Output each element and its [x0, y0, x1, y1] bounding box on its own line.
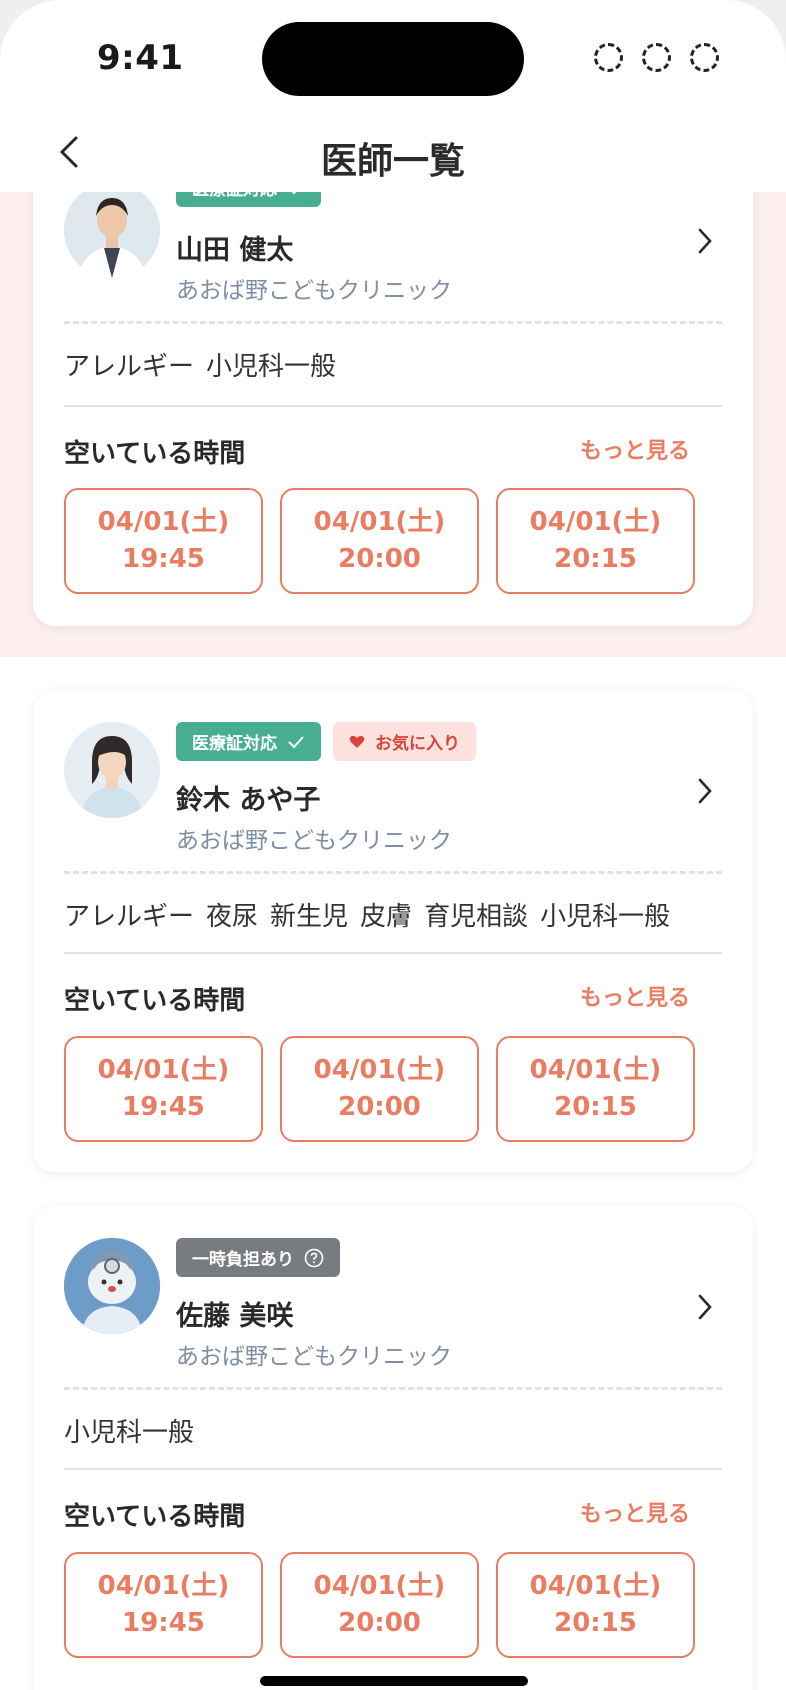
- slot-date: 04/01(土): [313, 1571, 446, 1601]
- doctor-avatar: [64, 722, 160, 818]
- slots-title: 空いている時間: [64, 1502, 246, 1532]
- page-title: 医師一覧: [320, 141, 465, 182]
- more-link[interactable]: もっと見る: [580, 980, 690, 1012]
- copay-badge[interactable]: 一時負担あり: [176, 1238, 340, 1277]
- doctor-card-0[interactable]: 医療証対応 山田 健太 あおば野こどもクリニック アレルギー小児科一般 空いてい…: [33, 140, 753, 626]
- dynamic-island: [262, 22, 524, 96]
- nav-bar: 医師一覧: [0, 108, 786, 192]
- doctor-card-1[interactable]: 医療証対応 お気に入り 鈴木 あや子 あおば野こどもクリニック アレルギー 夜尿新…: [33, 690, 753, 1172]
- doctor-name: 佐藤 美咲: [176, 1301, 294, 1332]
- specialty-tag: アレルギー: [64, 902, 195, 932]
- slot-date: 04/01(土): [97, 1571, 230, 1601]
- slot-time: 19:45: [122, 1092, 205, 1122]
- status-time: 9:41: [97, 38, 184, 78]
- slot-time: 20:00: [338, 1608, 421, 1638]
- specialty-tags: アレルギー 小児科一般: [64, 346, 348, 383]
- more-link[interactable]: もっと見る: [580, 1496, 690, 1528]
- specialty-tag: アレルギー: [64, 352, 195, 382]
- specialty-tags: アレルギー 夜尿 新生児 皮膚 育児相談 小児科一般: [64, 896, 682, 933]
- slot-date: 04/01(土): [97, 1055, 230, 1085]
- heart-icon: [349, 735, 365, 748]
- specialty-tag: 育児相談: [424, 902, 529, 932]
- badge-label: 一時負担あり: [192, 1250, 294, 1270]
- favorite-badge: お気に入り: [333, 722, 476, 761]
- specialty-tag: 小児科一般: [206, 352, 337, 382]
- divider: [64, 405, 722, 407]
- doctor-name: 山田 健太: [176, 235, 294, 266]
- dashed-divider: [64, 321, 722, 324]
- chevron-right-icon[interactable]: [695, 226, 715, 256]
- slot-time: 19:45: [122, 1608, 205, 1638]
- time-slot-button[interactable]: 04/01(土) 20:00: [280, 488, 479, 594]
- time-slot-button[interactable]: 04/01(土) 20:15: [496, 1552, 695, 1658]
- clinic-name: あおば野こどもクリニック: [176, 828, 452, 854]
- slot-date: 04/01(土): [313, 507, 446, 537]
- chevron-right-icon[interactable]: [695, 1292, 715, 1322]
- time-slot-button[interactable]: 04/01(土) 19:45: [64, 488, 263, 594]
- divider: [64, 1468, 722, 1470]
- doctor-name: 鈴木 あや子: [176, 785, 321, 816]
- slots-title: 空いている時間: [64, 986, 246, 1016]
- time-slot-button[interactable]: 04/01(土) 19:45: [64, 1552, 263, 1658]
- badge-label: 医療証対応: [192, 734, 277, 754]
- slot-date: 04/01(土): [313, 1055, 446, 1085]
- specialty-tag: 小児科一般: [64, 1418, 195, 1448]
- specialty-tag: 皮膚: [360, 902, 413, 932]
- specialty-tags: 小児科一般: [64, 1412, 206, 1449]
- insurance-badge: 医療証対応: [176, 722, 321, 761]
- slot-date: 04/01(土): [529, 1571, 662, 1601]
- doctor-card-2[interactable]: 一時負担あり 佐藤 美咲 あおば野こどもクリニック 小児科一般 空いている時間 …: [33, 1206, 753, 1690]
- home-indicator: [260, 1676, 528, 1686]
- specialty-tag: 夜尿: [206, 902, 259, 932]
- time-slot-button[interactable]: 04/01(土) 20:15: [496, 1036, 695, 1142]
- slot-time: 20:00: [338, 1092, 421, 1122]
- dashed-divider: [64, 1387, 722, 1390]
- dashed-divider: [64, 871, 722, 874]
- slot-date: 04/01(土): [97, 507, 230, 537]
- slot-time: 20:15: [554, 544, 637, 574]
- divider: [64, 952, 722, 954]
- chevron-right-icon[interactable]: [695, 776, 715, 806]
- slots-title: 空いている時間: [64, 439, 246, 469]
- time-slot-button[interactable]: 04/01(土) 19:45: [64, 1036, 263, 1142]
- check-icon: [288, 735, 304, 748]
- slot-time: 20:15: [554, 1092, 637, 1122]
- time-slot-button[interactable]: 04/01(土) 20:15: [496, 488, 695, 594]
- clinic-name: あおば野こどもクリニック: [176, 1344, 452, 1370]
- status-icon: [642, 43, 671, 72]
- status-icon: [690, 43, 719, 72]
- slot-time: 20:00: [338, 544, 421, 574]
- badge-row: 医療証対応 お気に入り: [176, 722, 476, 761]
- slot-time: 19:45: [122, 544, 205, 574]
- badge-row: 一時負担あり: [176, 1238, 340, 1277]
- time-slot-button[interactable]: 04/01(土) 20:00: [280, 1552, 479, 1658]
- doctor-avatar: [64, 1238, 160, 1334]
- question-circle-icon: [304, 1248, 324, 1267]
- time-slot-button[interactable]: 04/01(土) 20:00: [280, 1036, 479, 1142]
- phone-screen: 9:41 医療証対応 山田 健太 あおば野こどもクリニック: [0, 0, 786, 1690]
- specialty-tag: 小児科一般: [540, 902, 671, 932]
- more-link[interactable]: もっと見る: [580, 433, 690, 465]
- specialty-tag: 新生児: [270, 902, 349, 932]
- clinic-name: あおば野こどもクリニック: [176, 278, 452, 304]
- slot-date: 04/01(土): [529, 507, 662, 537]
- slot-date: 04/01(土): [529, 1055, 662, 1085]
- badge-label: お気に入り: [375, 734, 460, 754]
- doctor-avatar: [64, 182, 160, 278]
- slot-time: 20:15: [554, 1608, 637, 1638]
- status-icon: [594, 43, 623, 72]
